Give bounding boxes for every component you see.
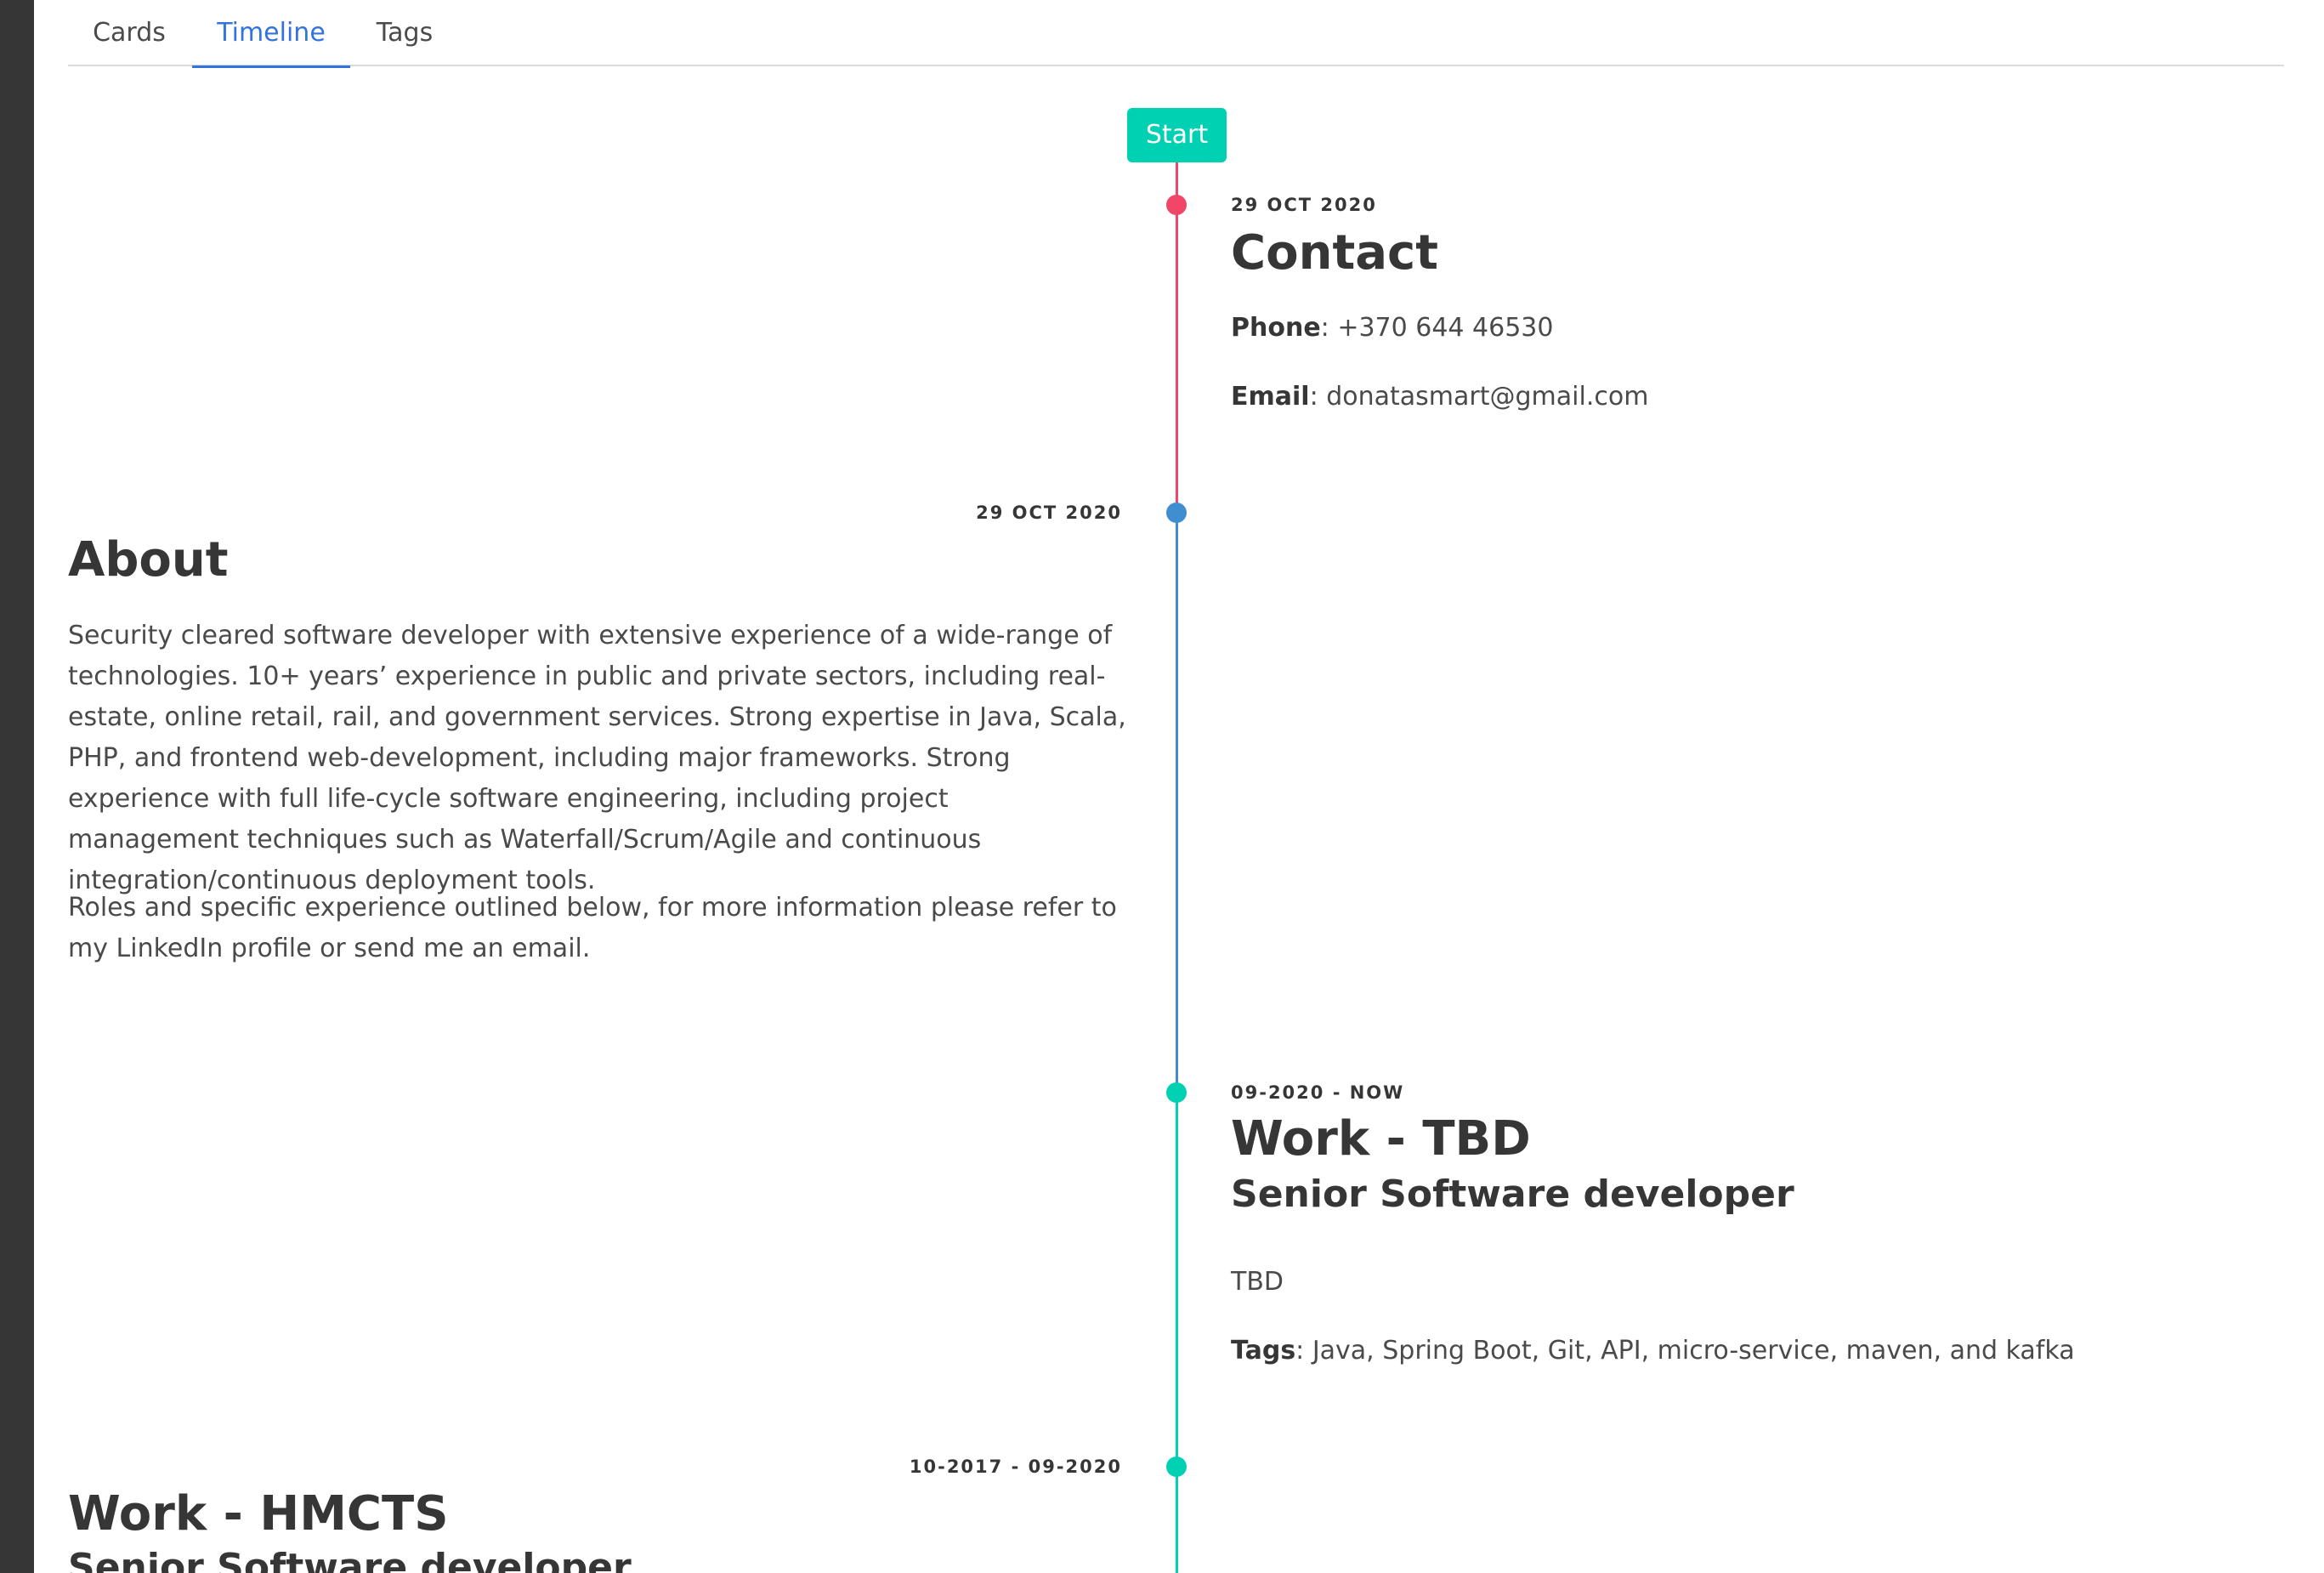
timeline-line-blue: [1176, 512, 1178, 1093]
tags-label: Tags: [1231, 1336, 1296, 1366]
view-tabs: Cards Timeline Tags: [68, 0, 2284, 68]
work-hmcts-marker: [1166, 1457, 1187, 1477]
work-tbd-date: 09-2020 - NOW: [1231, 1082, 1405, 1103]
about-date: 29 OCT 2020: [976, 503, 1122, 523]
about-heading: About: [68, 532, 229, 588]
work-hmcts-role: Senior Software developer: [68, 1546, 632, 1573]
timeline-line-teal: [1176, 1093, 1178, 1573]
tags-value: : Java, Spring Boot, Git, API, micro-ser…: [1295, 1336, 2075, 1366]
about-marker: [1166, 503, 1187, 523]
tab-cards[interactable]: Cards: [68, 0, 190, 66]
work-hmcts-date: 10-2017 - 09-2020: [909, 1457, 1122, 1477]
work-tbd-role: Senior Software developer: [1231, 1173, 1794, 1216]
work-hmcts-heading: Work - HMCTS: [68, 1486, 449, 1542]
timeline-start-tag: Start: [1127, 108, 1227, 162]
email-label: Email: [1231, 382, 1310, 412]
about-paragraph-2: Roles and specific experience outlined b…: [68, 893, 1117, 963]
work-tbd-description: TBD: [1231, 1267, 1284, 1297]
phone-label: Phone: [1231, 313, 1321, 343]
contact-phone-line: Phone: +370 644 46530: [1231, 308, 2251, 349]
contact-heading: Contact: [1231, 225, 1438, 281]
work-tbd-heading: Work - TBD: [1231, 1111, 1531, 1167]
contact-date: 29 OCT 2020: [1231, 195, 1377, 215]
tab-timeline[interactable]: Timeline: [192, 0, 350, 68]
about-paragraph-1: Security cleared software developer with…: [68, 621, 1126, 895]
timeline-page: Cards Timeline Tags Start 29 OCT 2020 Co…: [34, 0, 2324, 1573]
work-tbd-marker: [1166, 1082, 1187, 1103]
tab-tags[interactable]: Tags: [352, 0, 457, 66]
contact-marker: [1166, 195, 1187, 215]
phone-value: : +370 644 46530: [1320, 313, 1554, 343]
work-tbd-tags: Tags: Java, Spring Boot, Git, API, micro…: [1231, 1331, 2285, 1371]
contact-email-line: Email: donatasmart@gmail.com: [1231, 377, 2251, 417]
email-value: : donatasmart@gmail.com: [1309, 382, 1649, 412]
